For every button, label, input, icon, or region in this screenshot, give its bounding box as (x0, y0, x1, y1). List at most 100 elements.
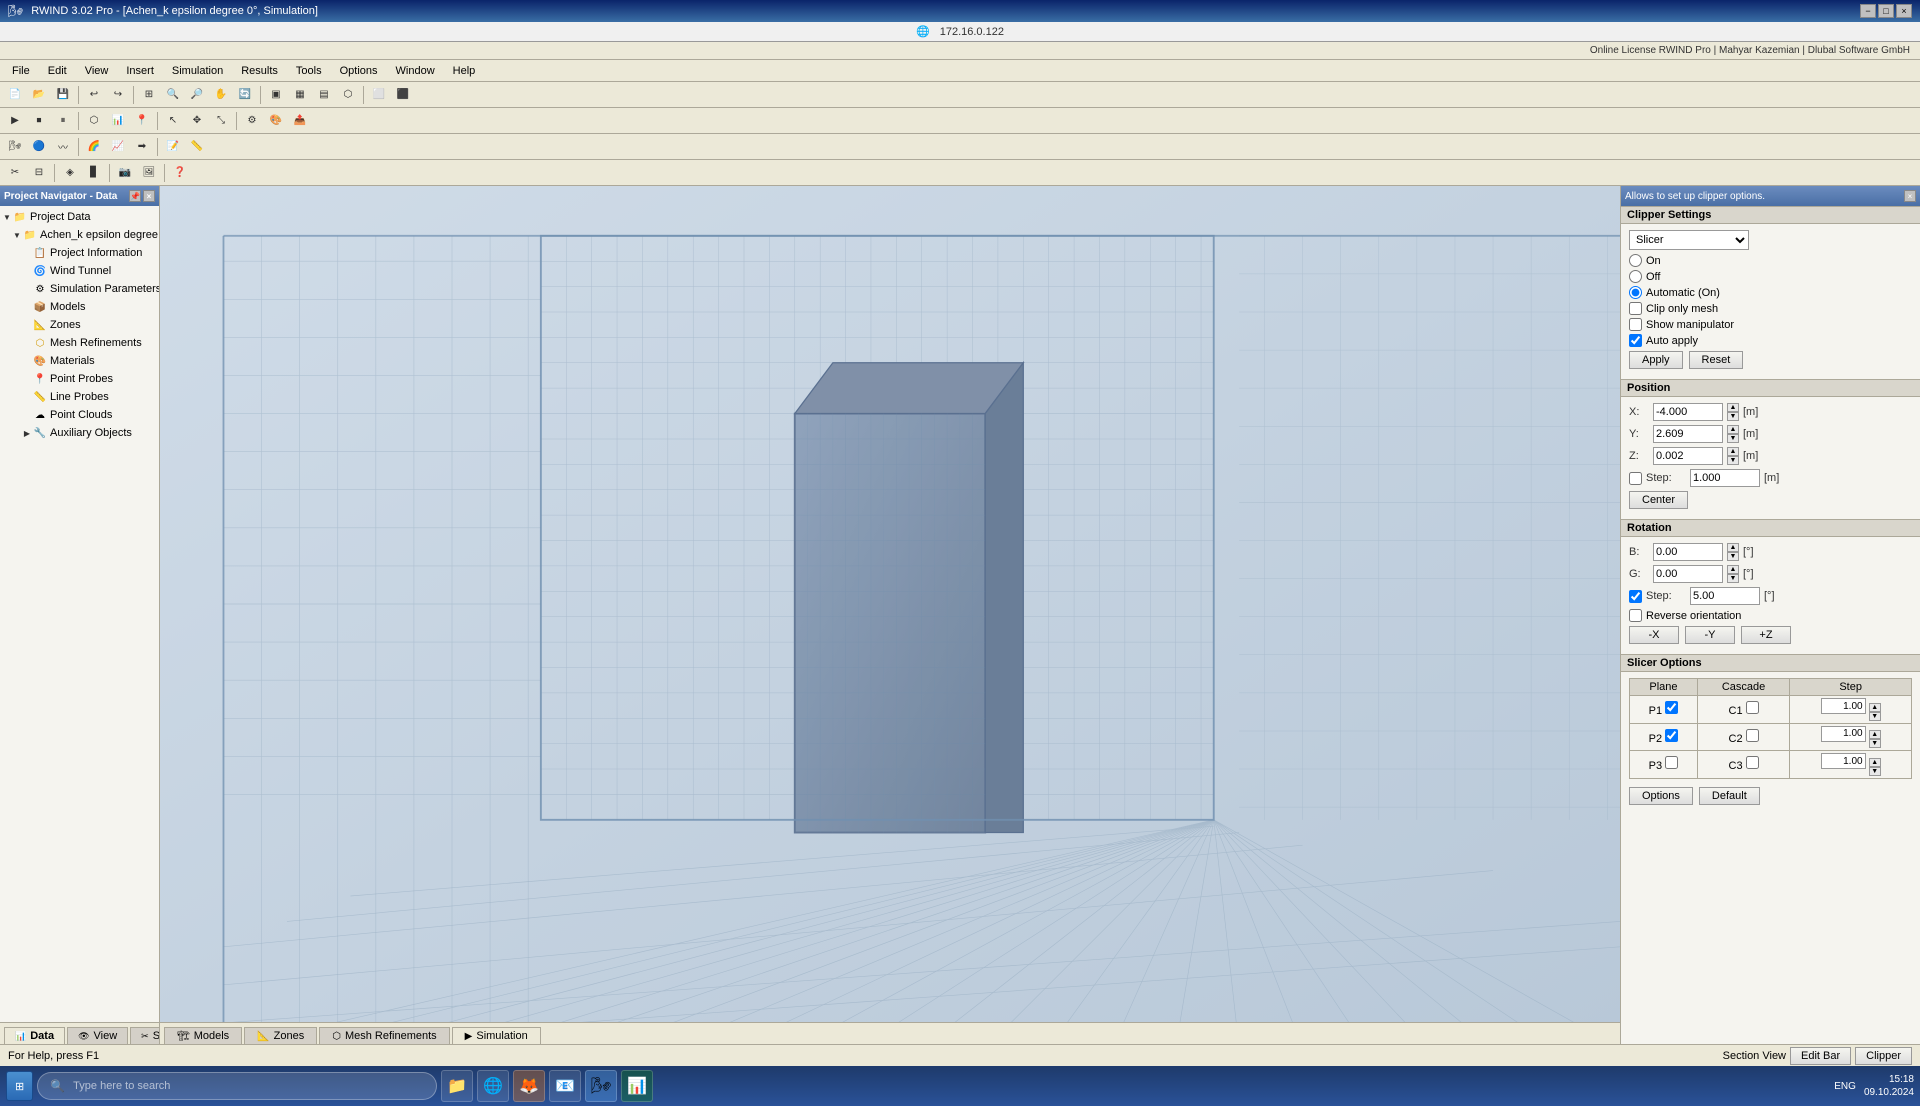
tab-view[interactable]: 👁 View (67, 1027, 128, 1044)
mesh-btn[interactable]: ⬡ (83, 110, 105, 132)
wind-btn[interactable]: 🌬 (4, 136, 26, 158)
tree-models[interactable]: 📦 Models (0, 298, 159, 316)
auto-apply-checkbox[interactable] (1629, 334, 1642, 347)
particle-btn[interactable]: 🔵 (28, 136, 50, 158)
view-side-btn[interactable]: ▦ (289, 84, 311, 106)
taskbar-mail-icon[interactable]: 📧 (549, 1070, 581, 1102)
y-spin-up[interactable]: ▲ (1727, 425, 1739, 434)
help-btn[interactable]: ❓ (169, 162, 191, 184)
color-map-btn[interactable]: 🌈 (83, 136, 105, 158)
legend-btn[interactable]: ▊ (83, 162, 105, 184)
render-btn[interactable]: 🎨 (265, 110, 287, 132)
p3-checkbox[interactable] (1665, 756, 1678, 769)
p1-checkbox[interactable] (1665, 701, 1678, 714)
menu-results[interactable]: Results (233, 63, 286, 79)
select-btn[interactable]: ↖ (162, 110, 184, 132)
step2-input[interactable] (1821, 726, 1866, 742)
tree-sim-params[interactable]: ⚙ Simulation Parameters (0, 280, 159, 298)
g-spin-down[interactable]: ▼ (1727, 574, 1739, 583)
result-btn[interactable]: 📊 (107, 110, 129, 132)
vtab-models[interactable]: 🏗 Models (164, 1027, 242, 1044)
view-3d-btn[interactable]: ⬡ (337, 84, 359, 106)
menu-tools[interactable]: Tools (288, 63, 330, 79)
settings-btn[interactable]: ⚙ (241, 110, 263, 132)
tree-project-data[interactable]: ▼ 📁 Project Data (0, 208, 159, 226)
y-spin-down[interactable]: ▼ (1727, 434, 1739, 443)
step2-spin-up[interactable]: ▲ (1869, 730, 1881, 739)
redo-btn[interactable]: ↪ (107, 84, 129, 106)
g-spin-up[interactable]: ▲ (1727, 565, 1739, 574)
probe-btn[interactable]: 📍 (131, 110, 153, 132)
taskbar-browser-icon[interactable]: 🌐 (477, 1070, 509, 1102)
step3-spin-down[interactable]: ▼ (1869, 767, 1881, 776)
vtab-zones[interactable]: 📐 Zones (244, 1027, 317, 1044)
radio-on[interactable] (1629, 254, 1642, 267)
edit-bar-button[interactable]: Edit Bar (1790, 1047, 1851, 1065)
radio-off[interactable] (1629, 270, 1642, 283)
taskbar-search-input[interactable] (73, 1080, 424, 1092)
viewport-main[interactable] (160, 186, 1620, 1022)
z-spin-down[interactable]: ▼ (1727, 456, 1739, 465)
step1-spin-up[interactable]: ▲ (1869, 703, 1881, 712)
wireframe-btn[interactable]: ⬜ (368, 84, 390, 106)
zoom-out-btn[interactable]: 🔎 (186, 84, 208, 106)
slice-btn[interactable]: ⊟ (28, 162, 50, 184)
step3-input[interactable] (1821, 753, 1866, 769)
tree-point-clouds[interactable]: ☁ Point Clouds (0, 406, 159, 424)
rotate-btn[interactable]: 🔄 (234, 84, 256, 106)
center-button[interactable]: Center (1629, 491, 1688, 509)
menu-insert[interactable]: Insert (118, 63, 162, 79)
rot-step-input[interactable] (1690, 587, 1760, 605)
camera-btn[interactable]: 📷 (114, 162, 136, 184)
step-checkbox[interactable] (1629, 472, 1642, 485)
show-manipulator-checkbox[interactable] (1629, 318, 1642, 331)
view-front-btn[interactable]: ▣ (265, 84, 287, 106)
taskbar-files-icon[interactable]: 📁 (441, 1070, 473, 1102)
reverse-orientation-checkbox[interactable] (1629, 609, 1642, 622)
menu-window[interactable]: Window (388, 63, 443, 79)
panel-pin-btn[interactable]: 📌 (129, 190, 141, 202)
tree-materials[interactable]: 🎨 Materials (0, 352, 159, 370)
zoom-all-btn[interactable]: ⊞ (138, 84, 160, 106)
tree-mesh-ref[interactable]: ⬡ Mesh Refinements (0, 334, 159, 352)
x-spin-up[interactable]: ▲ (1727, 403, 1739, 412)
menu-help[interactable]: Help (445, 63, 484, 79)
tab-sections[interactable]: ✂ Sections (130, 1027, 160, 1044)
annotation-btn[interactable]: 📝 (162, 136, 184, 158)
menu-edit[interactable]: Edit (40, 63, 75, 79)
tree-wind-tunnel[interactable]: 🌀 Wind Tunnel (0, 262, 159, 280)
y-input[interactable] (1653, 425, 1723, 443)
clip-btn[interactable]: ✂ (4, 162, 26, 184)
solid-btn[interactable]: ⬛ (392, 84, 414, 106)
right-panel-close-btn[interactable]: × (1904, 190, 1916, 202)
step1-input[interactable] (1821, 698, 1866, 714)
save-btn[interactable]: 💾 (52, 84, 74, 106)
b-input[interactable] (1653, 543, 1723, 561)
x-spin-down[interactable]: ▼ (1727, 412, 1739, 421)
taskbar-excel-icon[interactable]: 📊 (621, 1070, 653, 1102)
c2-checkbox[interactable] (1746, 729, 1759, 742)
apply-button[interactable]: Apply (1629, 351, 1683, 369)
vector-btn[interactable]: ➡ (131, 136, 153, 158)
run-btn[interactable]: ▶ (4, 110, 26, 132)
new-btn[interactable]: 📄 (4, 84, 26, 106)
taskbar-firefox-icon[interactable]: 🦊 (513, 1070, 545, 1102)
b-spin-down[interactable]: ▼ (1727, 552, 1739, 561)
restore-button[interactable]: □ (1878, 4, 1894, 18)
menu-simulation[interactable]: Simulation (164, 63, 231, 79)
options-button[interactable]: Options (1629, 787, 1693, 805)
zoom-in-btn[interactable]: 🔍 (162, 84, 184, 106)
step-input[interactable] (1690, 469, 1760, 487)
stop-btn[interactable]: ⏹ (28, 110, 50, 132)
z-spin-up[interactable]: ▲ (1727, 447, 1739, 456)
menu-view[interactable]: View (77, 63, 117, 79)
streamline-btn[interactable]: 〰 (52, 136, 74, 158)
reset-button[interactable]: Reset (1689, 351, 1744, 369)
move-btn[interactable]: ✥ (186, 110, 208, 132)
tree-point-probes[interactable]: 📍 Point Probes (0, 370, 159, 388)
tree-zones[interactable]: 📐 Zones (0, 316, 159, 334)
view-top-btn[interactable]: ▤ (313, 84, 335, 106)
g-input[interactable] (1653, 565, 1723, 583)
c3-checkbox[interactable] (1746, 756, 1759, 769)
rot-step-checkbox[interactable] (1629, 590, 1642, 603)
